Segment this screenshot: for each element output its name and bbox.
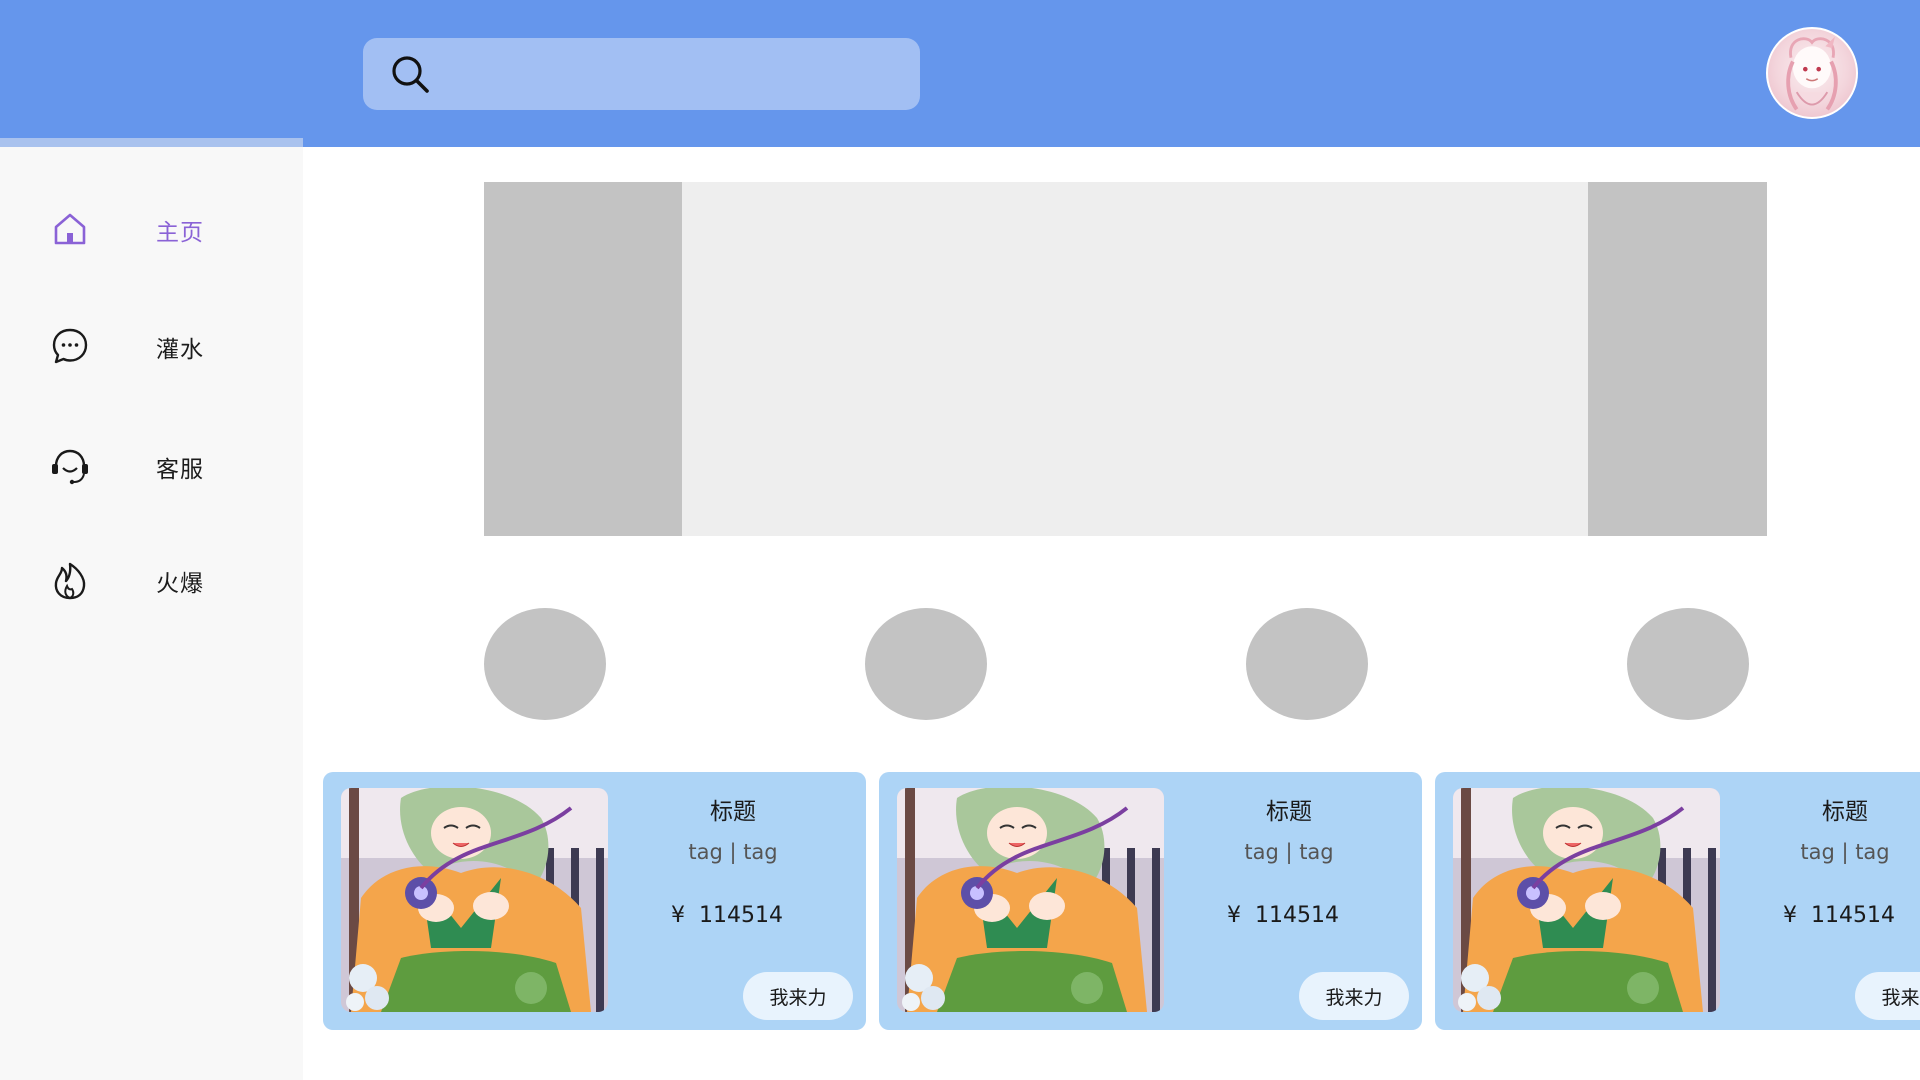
- price-value: 114514: [699, 903, 783, 928]
- product-card[interactable]: 标题 tag | tag ¥114514 我来力: [1435, 772, 1920, 1030]
- search-input[interactable]: [447, 48, 887, 100]
- search-icon[interactable]: [389, 53, 433, 97]
- top-header: [0, 0, 1920, 147]
- sidebar-item-hot[interactable]: 火爆: [0, 540, 303, 620]
- product-image-icon: [897, 788, 1164, 1012]
- join-button[interactable]: 我来力: [743, 972, 853, 1020]
- sidebar-item-label: 火爆: [156, 571, 204, 597]
- sidebar-item-water[interactable]: 灌水: [0, 306, 303, 386]
- product-thumbnail[interactable]: [1453, 788, 1720, 1012]
- product-image-icon: [341, 788, 608, 1012]
- headset-icon: [52, 449, 88, 485]
- product-price: ¥114514: [1783, 903, 1895, 928]
- currency-symbol: ¥: [1783, 903, 1797, 928]
- search-bar[interactable]: [363, 38, 920, 110]
- sidebar-item-home[interactable]: 主页: [0, 189, 303, 269]
- price-value: 114514: [1255, 903, 1339, 928]
- sidebar-item-label: 灌水: [156, 337, 204, 363]
- product-card[interactable]: 标题 tag | tag ¥114514 我来力: [879, 772, 1422, 1030]
- home-icon: [54, 213, 86, 245]
- product-title: 标题: [1822, 799, 1868, 825]
- join-button[interactable]: 我来力: [1299, 972, 1409, 1020]
- join-button[interactable]: 我来力: [1855, 972, 1920, 1020]
- product-price: ¥114514: [671, 903, 783, 928]
- category-button-3[interactable]: [1246, 608, 1368, 720]
- user-avatar[interactable]: [1766, 27, 1858, 119]
- product-title: 标题: [1266, 799, 1312, 825]
- currency-symbol: ¥: [671, 903, 685, 928]
- sidebar-nav: 主页 灌水 客服 火爆: [0, 138, 303, 1080]
- sidebar-item-support[interactable]: 客服: [0, 426, 303, 506]
- banner-carousel[interactable]: [484, 182, 1767, 536]
- avatar-illustration-icon: [1786, 36, 1838, 111]
- sidebar-item-label: 主页: [156, 220, 204, 246]
- chat-bubble-icon: [52, 328, 88, 364]
- product-thumbnail[interactable]: [897, 788, 1164, 1012]
- product-tags: tag | tag: [1800, 840, 1890, 864]
- product-title: 标题: [710, 799, 756, 825]
- product-price: ¥114514: [1227, 903, 1339, 928]
- price-value: 114514: [1811, 903, 1895, 928]
- product-card-list: 标题 tag | tag ¥114514 我来力 标题 tag | tag ¥1…: [323, 772, 1920, 1030]
- category-button-2[interactable]: [865, 608, 987, 720]
- product-tags: tag | tag: [1244, 840, 1334, 864]
- product-image-icon: [1453, 788, 1720, 1012]
- product-card[interactable]: 标题 tag | tag ¥114514 我来力: [323, 772, 866, 1030]
- sidebar-item-label: 客服: [156, 457, 204, 483]
- product-tags: tag | tag: [688, 840, 778, 864]
- currency-symbol: ¥: [1227, 903, 1241, 928]
- category-button-4[interactable]: [1627, 608, 1749, 720]
- category-button-1[interactable]: [484, 608, 606, 720]
- product-thumbnail[interactable]: [341, 788, 608, 1012]
- banner-active-slide[interactable]: [682, 182, 1588, 536]
- flame-icon: [54, 562, 86, 600]
